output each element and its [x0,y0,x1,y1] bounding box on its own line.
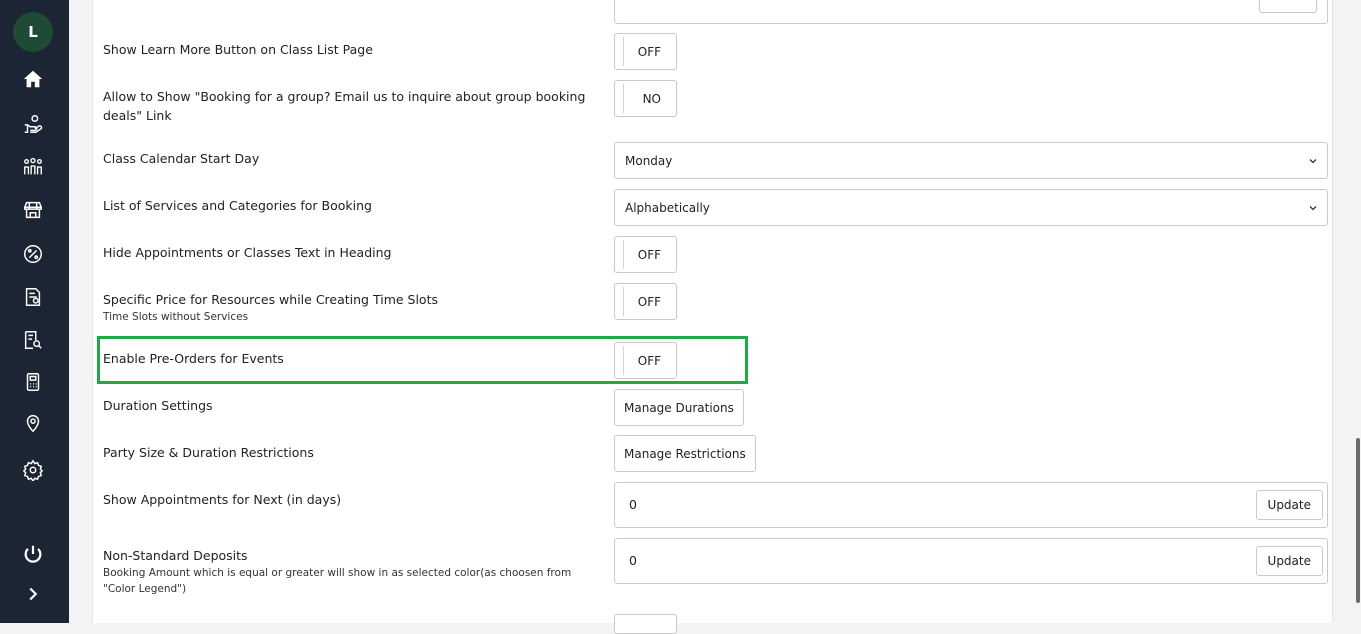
toggle-knob [618,287,624,316]
home-icon[interactable] [20,66,46,92]
sidebar: L [0,0,69,623]
setting-label: Allow to Show "Booking for a group? Emai… [103,89,586,123]
update-button[interactable]: Update [1255,490,1323,520]
invoice-icon[interactable] [20,284,46,310]
specific-price-toggle[interactable]: OFF [614,283,677,320]
setting-label: Show Appointments for Next (in days) [103,492,342,507]
services-order-select[interactable]: Alphabetically [614,189,1328,226]
setting-sublabel: Time Slots without Services [103,311,249,323]
deposits-field[interactable]: 0 Update [614,538,1328,584]
chevron-down-icon [1309,206,1317,211]
toggle-knob [618,240,624,269]
setting-label: Hide Appointments or Classes Text in Hea… [103,245,392,260]
report-search-icon[interactable] [20,327,46,353]
toggle-state: OFF [637,44,661,59]
setting-label: Enable Pre-Orders for Events [103,351,284,366]
partial-update-button[interactable] [1259,0,1317,13]
field-value: 0 [629,497,637,512]
toggle-knob [618,37,624,66]
select-value: Alphabetically [625,200,710,215]
partial-toggle-bottom[interactable] [614,614,677,634]
gear-icon[interactable] [20,457,46,483]
toggle-state: OFF [637,294,661,309]
partial-field-top[interactable] [614,0,1328,24]
toggle-state: OFF [637,247,661,262]
appointments-days-field[interactable]: 0 Update [614,482,1328,528]
update-button[interactable]: Update [1255,546,1323,576]
toggle-knob [618,84,624,113]
calendar-start-day-select[interactable]: Monday [614,142,1328,179]
location-pin-icon[interactable] [20,410,46,436]
hand-coins-icon[interactable] [20,111,46,137]
storefront-icon[interactable] [20,197,46,223]
pos-terminal-icon[interactable] [20,369,46,395]
manage-restrictions-button[interactable]: Manage Restrictions [614,435,756,472]
select-value: Monday [625,153,673,168]
manage-durations-button[interactable]: Manage Durations [614,389,744,426]
chevron-right-icon[interactable] [20,581,46,607]
pre-orders-toggle[interactable]: OFF [614,342,677,379]
setting-label: Non-Standard Deposits [103,548,248,563]
group-booking-toggle[interactable]: NO [614,80,677,117]
chevron-down-icon [1309,159,1317,164]
setting-label: Duration Settings [103,398,213,413]
setting-label: Specific Price for Resources while Creat… [103,292,438,307]
percent-discount-icon[interactable] [20,241,46,267]
power-icon[interactable] [20,541,46,567]
learn-more-toggle[interactable]: OFF [614,33,677,70]
toggle-knob [618,346,624,375]
hide-heading-toggle[interactable]: OFF [614,236,677,273]
toggle-state: NO [642,91,661,106]
group-users-icon[interactable] [20,154,46,180]
setting-sublabel: Booking Amount which is equal or greater… [103,567,572,595]
setting-label: Show Learn More Button on Class List Pag… [103,42,373,57]
toggle-state: OFF [637,353,661,368]
field-value: 0 [629,553,637,568]
avatar[interactable]: L [13,12,53,52]
setting-label: Class Calendar Start Day [103,151,260,166]
scrollbar-thumb[interactable] [1356,438,1360,603]
setting-label: Party Size & Duration Restrictions [103,445,314,460]
setting-label: List of Services and Categories for Book… [103,198,372,213]
